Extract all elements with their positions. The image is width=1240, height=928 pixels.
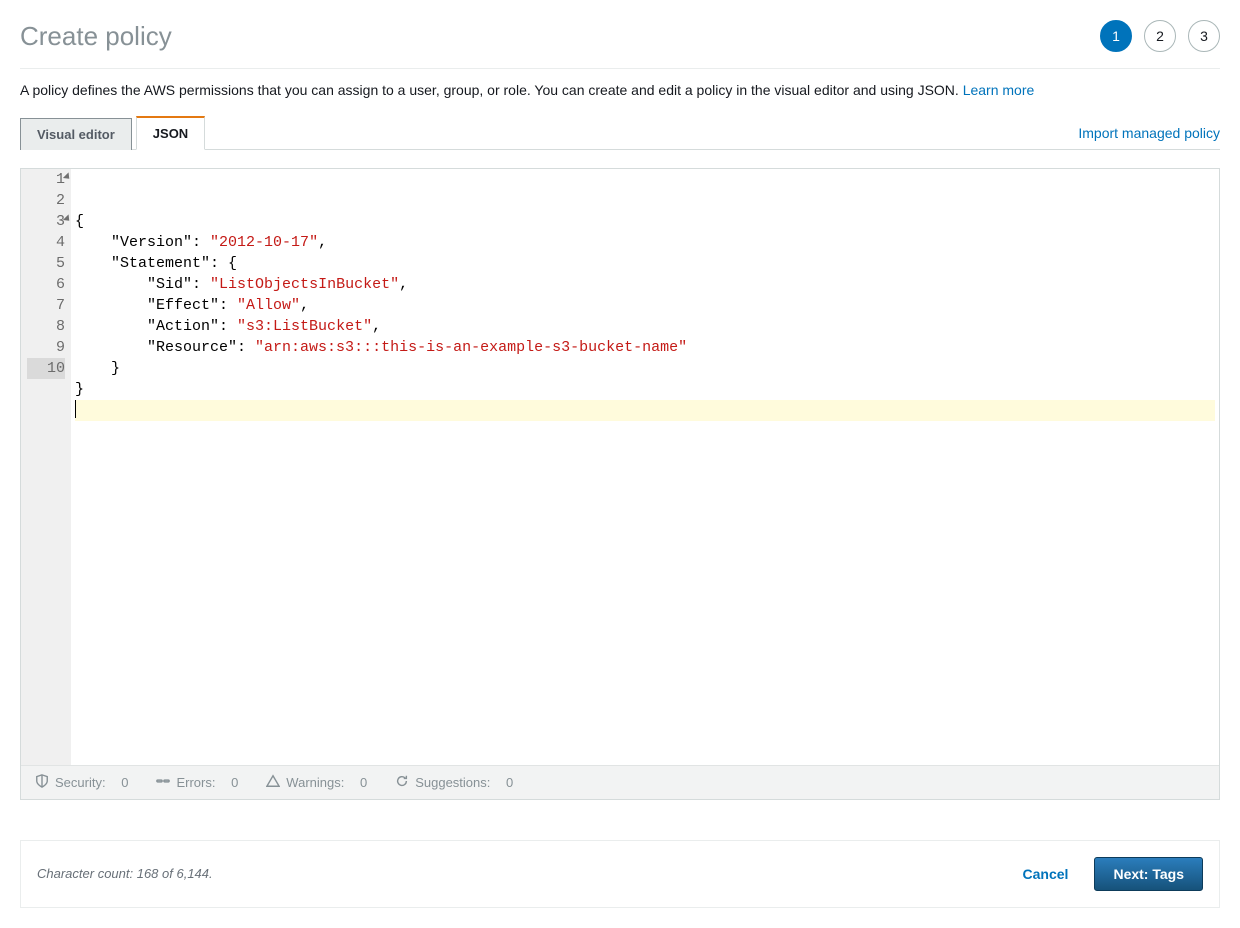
code-line[interactable]: { [75, 211, 1215, 232]
policy-description: A policy defines the AWS permissions tha… [20, 81, 1220, 101]
code-line[interactable]: "Version": "2012-10-17", [75, 232, 1215, 253]
status-warnings-count: 0 [360, 775, 367, 790]
status-errors-label: Errors: [176, 775, 215, 790]
line-number: 6 [27, 274, 65, 295]
status-errors[interactable]: Errors: 0 [156, 774, 238, 791]
status-warnings-label: Warnings: [286, 775, 344, 790]
resize-handle-icon[interactable] [1205, 751, 1217, 763]
status-suggestions-count: 0 [506, 775, 513, 790]
code-line[interactable]: } [75, 379, 1215, 400]
code-line[interactable] [75, 400, 1215, 421]
step-2[interactable]: 2 [1144, 20, 1176, 52]
status-suggestions[interactable]: Suggestions: 0 [395, 774, 513, 791]
import-managed-policy-link[interactable]: Import managed policy [1078, 125, 1220, 149]
line-number: 5 [27, 253, 65, 274]
json-editor-container: 12345678910 { "Version": "2012-10-17", "… [20, 168, 1220, 800]
code-line[interactable]: "Statement": { [75, 253, 1215, 274]
description-text: A policy defines the AWS permissions tha… [20, 82, 963, 98]
status-security[interactable]: Security: 0 [35, 774, 128, 791]
code-line[interactable]: "Sid": "ListObjectsInBucket", [75, 274, 1215, 295]
line-number: 10 [27, 358, 65, 379]
refresh-icon [395, 774, 409, 791]
line-number: 7 [27, 295, 65, 316]
step-indicator: 123 [1100, 20, 1220, 52]
shield-icon [35, 774, 49, 791]
step-1[interactable]: 1 [1100, 20, 1132, 52]
line-number: 8 [27, 316, 65, 337]
code-line[interactable]: } [75, 358, 1215, 379]
editor-status-bar: Security: 0 Errors: 0 Warnings: 0 Sugges… [21, 765, 1219, 799]
code-line[interactable]: "Resource": "arn:aws:s3:::this-is-an-exa… [75, 337, 1215, 358]
cancel-button[interactable]: Cancel [1013, 858, 1079, 890]
status-suggestions-label: Suggestions: [415, 775, 490, 790]
status-errors-count: 0 [231, 775, 238, 790]
next-tags-button[interactable]: Next: Tags [1094, 857, 1203, 891]
warning-icon [266, 774, 280, 791]
line-number: 3 [27, 211, 65, 232]
step-3[interactable]: 3 [1188, 20, 1220, 52]
editor-gutter: 12345678910 [21, 169, 71, 765]
text-cursor [75, 400, 76, 418]
status-warnings[interactable]: Warnings: 0 [266, 774, 367, 791]
character-count: Character count: 168 of 6,144. [37, 866, 213, 881]
json-editor[interactable]: 12345678910 { "Version": "2012-10-17", "… [21, 169, 1219, 765]
status-security-label: Security: [55, 775, 106, 790]
editor-tabs: Visual editor JSON Import managed policy [20, 115, 1220, 150]
footer-bar: Character count: 168 of 6,144. Cancel Ne… [20, 840, 1220, 908]
status-security-count: 0 [121, 775, 128, 790]
page-title: Create policy [20, 21, 172, 52]
line-number: 4 [27, 232, 65, 253]
error-icon [156, 774, 170, 791]
code-line[interactable]: "Action": "s3:ListBucket", [75, 316, 1215, 337]
tab-visual-editor[interactable]: Visual editor [20, 118, 132, 150]
learn-more-link[interactable]: Learn more [963, 82, 1035, 98]
line-number: 1 [27, 169, 65, 190]
line-number: 9 [27, 337, 65, 358]
line-number: 2 [27, 190, 65, 211]
editor-code-area[interactable]: { "Version": "2012-10-17", "Statement": … [71, 169, 1219, 765]
code-line[interactable]: "Effect": "Allow", [75, 295, 1215, 316]
tab-json[interactable]: JSON [136, 116, 205, 150]
